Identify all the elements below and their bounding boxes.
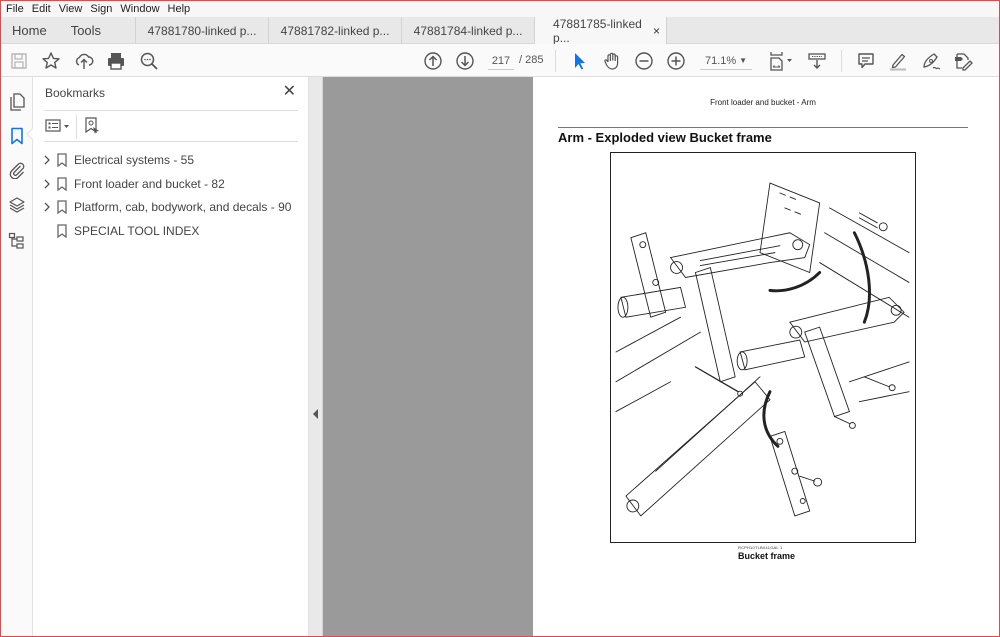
new-bookmark-button[interactable]: [84, 115, 100, 137]
bookmark-icon: [56, 153, 68, 170]
zoom-value: 71.1%: [705, 55, 737, 67]
layers-icon[interactable]: [6, 194, 28, 216]
menu-edit[interactable]: Edit: [30, 3, 57, 15]
panel-divider: [44, 141, 298, 142]
figure-caption: Bucket frame: [738, 551, 796, 561]
page-heading: Arm - Exploded view Bucket frame: [558, 130, 772, 145]
page-number-input[interactable]: 217: [488, 52, 514, 70]
tab-document[interactable]: 47881782-linked p...: [268, 17, 401, 44]
chevron-down-icon: ▼: [739, 56, 747, 65]
toolbar-divider: [555, 50, 556, 72]
options-menu-icon: [45, 119, 69, 132]
bookmark-icon: [56, 200, 68, 217]
document-viewer-background: [323, 77, 533, 637]
tab-document[interactable]: 47881784-linked p...: [401, 17, 534, 44]
collapse-panel-icon[interactable]: [313, 409, 318, 419]
tab-home[interactable]: Home: [0, 17, 59, 44]
bookmark-label: SPECIAL TOOL INDEX: [74, 223, 200, 238]
structure-icon[interactable]: [6, 230, 28, 252]
find-icon[interactable]: [138, 50, 160, 72]
menu-file[interactable]: File: [4, 3, 30, 15]
bookmark-label: Electrical systems - 55: [74, 153, 195, 167]
fit-page-icon[interactable]: [766, 50, 796, 72]
bookmark-item[interactable]: Front loader and bucket - 82: [33, 173, 309, 197]
attachments-icon[interactable]: [6, 159, 28, 181]
bookmark-icon: [56, 176, 68, 194]
close-tab-icon[interactable]: ×: [653, 24, 660, 38]
panel-title: Bookmarks: [45, 86, 106, 100]
tab-document[interactable]: 47881780-linked p...: [135, 17, 268, 44]
tab-label: 47881785-linked p...: [553, 17, 642, 45]
tab-bar: Home Tools 47881780-linked p... 47881782…: [0, 17, 1000, 45]
page-thumbnails-icon[interactable]: [6, 91, 28, 113]
bookmark-label: Front loader and bucket - 82: [74, 176, 225, 191]
highlight-icon[interactable]: [887, 50, 909, 72]
bookmark-item[interactable]: Platform, cab, bodywork, and decals - 90: [33, 196, 309, 220]
menu-sign[interactable]: Sign: [88, 3, 118, 15]
chevron-right-icon[interactable]: [42, 201, 52, 213]
menu-help[interactable]: Help: [166, 3, 197, 15]
previous-page-icon[interactable]: [422, 50, 444, 72]
sign-icon[interactable]: [920, 50, 942, 72]
bookmarks-panel: Bookmarks ✕ Electrical systems - 55 Fron…: [33, 77, 309, 637]
tab-label: 47881784-linked p...: [413, 23, 523, 38]
panel-divider: [44, 110, 298, 111]
hand-icon[interactable]: [601, 50, 623, 72]
bookmark-options-button[interactable]: [45, 115, 71, 137]
bucket-frame-illustration: [615, 182, 910, 517]
bookmark-star-icon[interactable]: [40, 50, 62, 72]
new-bookmark-icon: [85, 117, 99, 134]
toolbar: 217 / 285 71.1% ▼: [0, 44, 1000, 77]
bookmark-label: Platform, cab, bodywork, and decals - 90: [74, 200, 292, 214]
tab-label: 47881782-linked p...: [280, 23, 390, 38]
menu-view[interactable]: View: [57, 3, 89, 15]
close-panel-icon[interactable]: ✕: [283, 81, 296, 101]
menu-window[interactable]: Window: [118, 3, 165, 15]
select-arrow-icon[interactable]: [568, 50, 590, 72]
comment-icon[interactable]: [855, 50, 877, 72]
fill-sign-icon[interactable]: [952, 50, 974, 72]
heading-rule: [558, 127, 968, 128]
menu-bar: File Edit View Sign Window Help: [0, 0, 1000, 17]
bookmark-item[interactable]: Electrical systems - 55: [33, 149, 309, 173]
scroll-mode-icon[interactable]: [806, 50, 828, 72]
exploded-view-figure: [610, 152, 916, 543]
toolbar-divider: [841, 50, 842, 72]
zoom-in-icon[interactable]: [665, 50, 687, 72]
save-icon[interactable]: [8, 50, 30, 72]
panel-splitter[interactable]: [309, 77, 323, 637]
bookmark-item[interactable]: SPECIAL TOOL INDEX: [33, 220, 309, 244]
left-navigation-rail: [0, 77, 38, 637]
tab-label: 47881780-linked p...: [147, 23, 257, 38]
figure-code: RCPH10TLB041GAL 1: [738, 545, 783, 550]
chevron-right-icon[interactable]: [42, 154, 52, 166]
zoom-out-icon[interactable]: [633, 50, 655, 72]
print-icon[interactable]: [105, 50, 127, 72]
tab-tools[interactable]: Tools: [59, 17, 135, 44]
tab-document-active[interactable]: 47881785-linked p... ×: [534, 17, 668, 45]
bookmarks-icon[interactable]: [6, 125, 28, 147]
zoom-level-dropdown[interactable]: 71.1% ▼: [700, 52, 752, 70]
running-header: Front loader and bucket - Arm: [710, 98, 816, 107]
upload-cloud-icon[interactable]: [73, 50, 95, 72]
bookmark-icon: [56, 223, 68, 241]
panel-toolbar-divider: [76, 115, 77, 139]
document-page: Front loader and bucket - Arm Arm - Expl…: [533, 77, 999, 637]
chevron-right-icon[interactable]: [42, 178, 52, 190]
page-total: / 285: [519, 54, 544, 66]
bookmark-list: Electrical systems - 55 Front loader and…: [33, 149, 309, 243]
next-page-icon[interactable]: [454, 50, 476, 72]
